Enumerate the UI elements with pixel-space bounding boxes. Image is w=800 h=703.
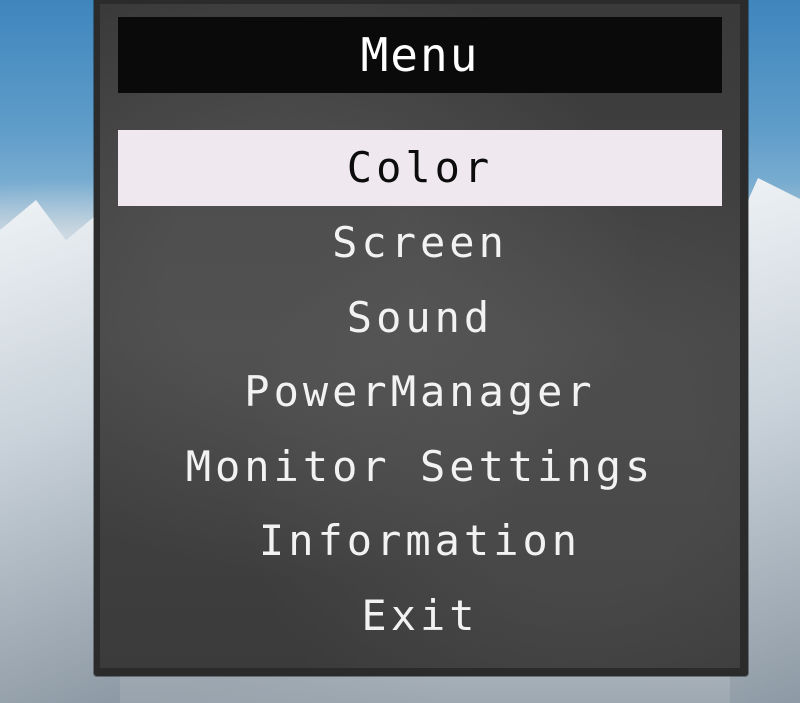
menu-item-powermanager[interactable]: PowerManager [118,355,722,430]
menu-item-label: Sound [346,292,494,342]
menu-item-label: Screen [332,218,508,268]
menu-title: Menu [360,28,480,82]
menu-item-label: PowerManager [244,367,596,417]
menu-item-label: Monitor Settings [185,441,655,491]
menu-item-monitor-settings[interactable]: Monitor Settings [118,430,722,505]
osd-menu-list: Color Screen Sound PowerManager Monitor … [118,130,722,653]
menu-item-sound[interactable]: Sound [118,281,722,356]
menu-item-screen[interactable]: Screen [118,206,722,281]
menu-item-label: Exit [361,590,479,640]
menu-title-bar: Menu [118,17,722,93]
menu-item-label: Color [346,143,494,192]
menu-item-label: Information [258,516,582,566]
menu-item-information[interactable]: Information [118,504,722,579]
menu-item-color[interactable]: Color [118,130,722,206]
menu-item-exit[interactable]: Exit [118,579,722,654]
